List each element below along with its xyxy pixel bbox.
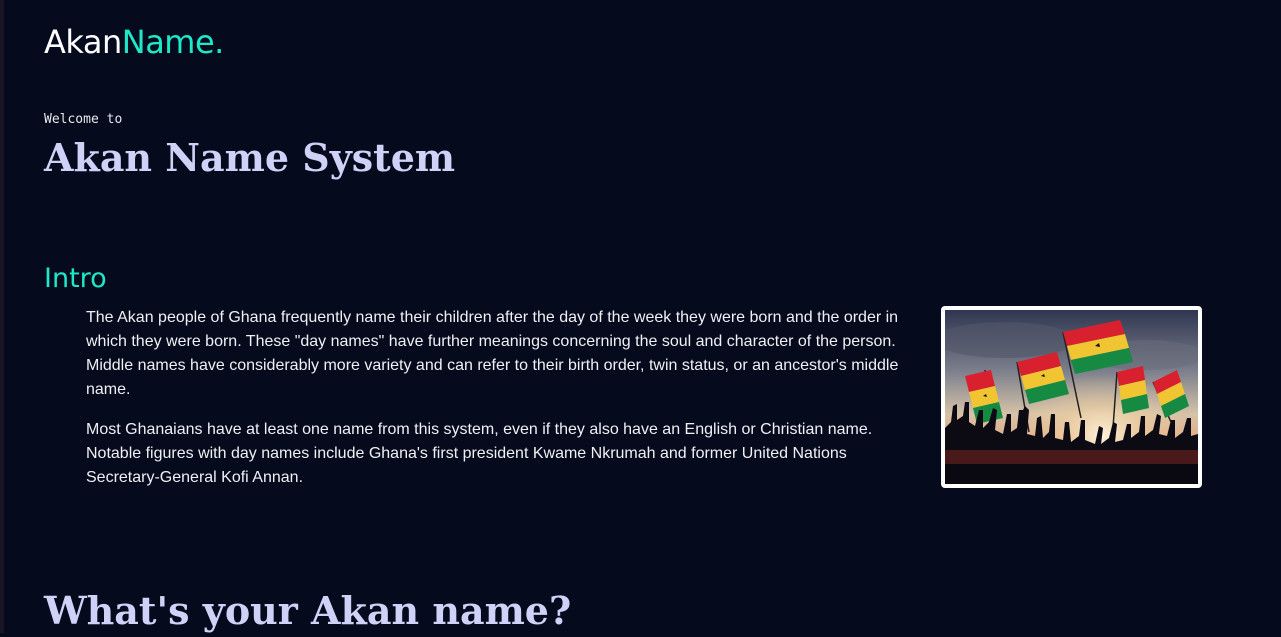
ghana-flags-photo: [941, 306, 1202, 488]
akan-name-question-heading: What's your Akan name?: [44, 588, 572, 633]
intro-heading: Intro: [44, 263, 107, 294]
left-edge-strip: [0, 0, 4, 633]
intro-paragraph: Most Ghanaians have at least one name fr…: [86, 421, 873, 486]
intro-paragraph: The Akan people of Ghana frequently name…: [86, 309, 899, 398]
crowd-with-flags-image: [945, 310, 1198, 484]
logo-text-primary: Akan: [44, 23, 122, 61]
site-logo[interactable]: AkanName.: [44, 22, 224, 62]
welcome-label: Welcome to: [44, 112, 123, 127]
logo-text-accent: Name.: [121, 23, 225, 61]
page-title: Akan Name System: [44, 135, 456, 180]
intro-text: The Akan people of Ghana frequently name…: [86, 306, 921, 506]
